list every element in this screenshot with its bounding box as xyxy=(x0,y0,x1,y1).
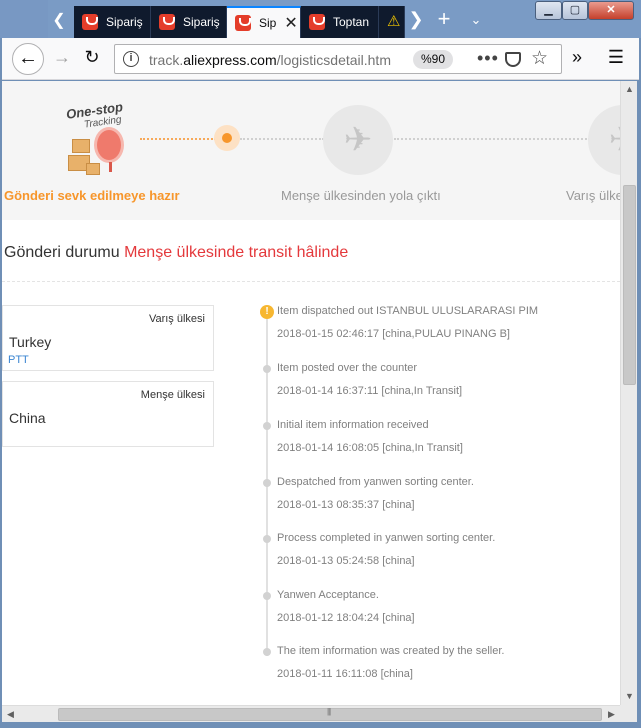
progress-line-pending xyxy=(394,138,590,140)
site-info-icon[interactable]: i xyxy=(123,51,139,67)
title-bar-left xyxy=(0,0,48,38)
url-text[interactable]: track.aliexpress.com/logisticsdetail.htm xyxy=(149,52,391,68)
url-path: /logisticsdetail.htm xyxy=(276,52,391,68)
aliexpress-favicon-icon xyxy=(309,14,325,30)
event-description: Yanwen Acceptance. xyxy=(277,589,379,601)
step-label-arrival: Varış ülkesi xyxy=(566,188,620,203)
tab-label: Sipariş xyxy=(183,15,220,29)
timeline-dot-icon xyxy=(263,592,271,600)
scroll-up-icon[interactable]: ▲ xyxy=(621,81,638,98)
progress-line-done xyxy=(140,138,216,140)
zoom-level-badge[interactable]: %90 xyxy=(413,50,454,69)
scrollbar-corner xyxy=(620,705,637,722)
event-description: Initial item information received xyxy=(277,419,429,431)
hamburger-menu-icon[interactable]: ☰ xyxy=(605,47,627,68)
exclamation-icon: ! xyxy=(260,305,274,319)
event-description: Despatched from yanwen sorting center. xyxy=(277,476,474,488)
origin-card: Menşe ülkesi China xyxy=(2,381,214,447)
tab-1[interactable]: Sipariş xyxy=(74,6,151,38)
tab-5[interactable] xyxy=(379,6,405,38)
tab-label: Toptan xyxy=(333,15,370,29)
departure-plane-icon: ✈ xyxy=(323,105,393,175)
step-label-departed: Menşe ülkesinden yola çıktı xyxy=(281,188,441,203)
timeline-dot-icon xyxy=(263,479,271,487)
tab-2[interactable]: Sipariş xyxy=(151,6,227,38)
status-label: Gönderi durumu xyxy=(4,244,120,261)
tab-label: Sip xyxy=(259,16,277,30)
event-time: 2018-01-13 05:24:58 [china] xyxy=(277,555,415,567)
url-domain: aliexpress.com xyxy=(183,52,277,68)
reload-button[interactable]: ↻ xyxy=(81,47,103,68)
event-description: Item dispatched out ISTANBUL ULUSLARARAS… xyxy=(277,305,539,317)
aliexpress-favicon-icon xyxy=(82,14,98,30)
bookmark-star-icon[interactable]: ☆ xyxy=(531,47,548,70)
scroll-left-icon[interactable]: ◀ xyxy=(2,706,19,723)
tracking-steps: One-stop Tracking ✈ ✈ Gönderi sevk edilm… xyxy=(2,81,620,220)
aliexpress-favicon-icon xyxy=(235,15,251,31)
navigation-bar: ← → ↻ i track.aliexpress.com/logisticsde… xyxy=(2,38,639,80)
tab-3-active[interactable]: Sip ✕ xyxy=(227,6,301,38)
warning-icon xyxy=(387,12,403,30)
title-bar: ❮ Sipariş Sipariş Sip ✕ Toptan ❯ + ⌄ ▁ ▢… xyxy=(0,0,641,38)
destination-card: Varış ülkesi Turkey PTT xyxy=(2,305,214,371)
minimize-button[interactable]: ▁ xyxy=(535,1,562,20)
timeline-dot-icon xyxy=(263,648,271,656)
url-prefix: track. xyxy=(149,52,184,68)
timeline-dot-icon xyxy=(263,422,271,430)
window-bottom-frame xyxy=(0,722,641,728)
event-time: 2018-01-11 16:11:08 [china] xyxy=(277,668,413,680)
maximize-button[interactable]: ▢ xyxy=(562,1,588,20)
event-time: 2018-01-12 18:04:24 [china] xyxy=(277,612,415,624)
aliexpress-favicon-icon xyxy=(159,14,175,30)
progress-line-pending xyxy=(240,138,324,140)
event-description: The item information was created by the … xyxy=(277,645,505,657)
page-content: One-stop Tracking ✈ ✈ Gönderi sevk edilm… xyxy=(2,81,620,705)
url-bar[interactable]: i track.aliexpress.com/logisticsdetail.h… xyxy=(114,44,562,74)
vertical-scroll-thumb[interactable] xyxy=(623,185,636,385)
event-description: Item posted over the counter xyxy=(277,362,418,374)
event-time: 2018-01-14 16:08:05 [china,In Transit] xyxy=(277,442,463,454)
tab-4[interactable]: Toptan xyxy=(301,6,379,38)
event-description: Process completed in yanwen sorting cent… xyxy=(277,532,496,544)
forward-button[interactable]: → xyxy=(51,47,73,68)
page-actions-icon[interactable]: ••• xyxy=(477,48,499,69)
vertical-scrollbar[interactable]: ▲ ▼ xyxy=(620,81,637,705)
destination-header: Varış ülkesi xyxy=(148,313,205,325)
tab-scroll-left-icon[interactable]: ❮ xyxy=(48,8,70,34)
origin-country: China xyxy=(9,410,46,426)
horizontal-scrollbar[interactable]: ◀ ||| ▶ xyxy=(2,705,620,722)
destination-carrier-link[interactable]: PTT xyxy=(8,354,29,366)
step-label-ready: Gönderi sevk edilmeye hazır xyxy=(4,188,180,203)
current-step-dot-icon xyxy=(214,125,240,151)
tab-label: Sipariş xyxy=(106,15,143,29)
scroll-down-icon[interactable]: ▼ xyxy=(621,688,638,705)
close-window-button[interactable]: ✕ xyxy=(588,1,634,20)
tab-scroll-right-icon[interactable]: ❯ xyxy=(404,9,428,30)
event-time: 2018-01-14 16:37:11 [china,In Transit] xyxy=(277,385,463,397)
scroll-grip-icon: ||| xyxy=(327,707,331,716)
timeline-dot-icon xyxy=(263,365,271,373)
back-button[interactable]: ← xyxy=(12,43,44,75)
origin-header: Menşe ülkesi xyxy=(140,389,205,401)
shipment-status: Gönderi durumu Menşe ülkesinde transit h… xyxy=(4,244,348,262)
overflow-chevron-icon[interactable]: » xyxy=(566,47,588,68)
destination-country: Turkey xyxy=(9,334,52,350)
close-tab-icon[interactable]: ✕ xyxy=(284,13,297,33)
event-time: 2018-01-15 02:46:17 [china,PULAU PINANG … xyxy=(277,328,510,340)
pocket-icon[interactable] xyxy=(505,52,521,67)
tab-list-chevron-down-icon[interactable]: ⌄ xyxy=(464,12,488,28)
event-time: 2018-01-13 08:35:37 [china] xyxy=(277,499,415,511)
arrival-plane-icon: ✈ xyxy=(588,105,620,175)
status-value: Menşe ülkesinde transit hâlinde xyxy=(124,244,349,261)
section-divider xyxy=(2,281,620,282)
timeline-dot-icon xyxy=(263,535,271,543)
location-pin-icon xyxy=(94,127,124,172)
new-tab-icon[interactable]: + xyxy=(432,6,456,32)
scroll-right-icon[interactable]: ▶ xyxy=(603,706,620,723)
horizontal-scroll-thumb[interactable]: ||| xyxy=(58,707,602,721)
